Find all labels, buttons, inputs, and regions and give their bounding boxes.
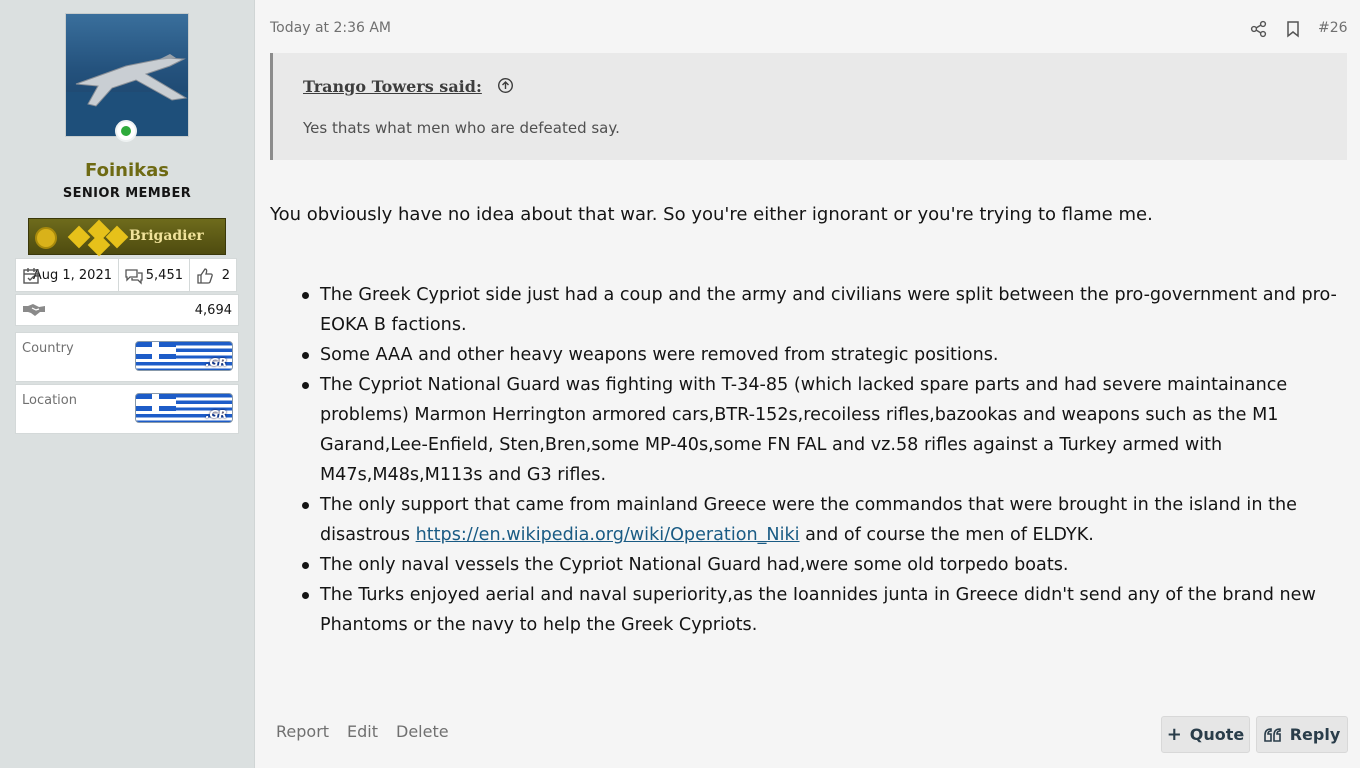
rank-coin-icon: [35, 227, 57, 249]
flag-text: .GR: [205, 356, 227, 369]
reactions-stat[interactable]: 2: [189, 258, 237, 292]
reply-button[interactable]: Reply: [1256, 716, 1348, 753]
list-item: Some AAA and other heavy weapons were re…: [270, 340, 1355, 370]
flag-text: .GR: [205, 408, 227, 421]
quote-author[interactable]: Trango Towers said:: [303, 77, 482, 96]
user-sidebar: Foinikas SENIOR MEMBER Brigadier Aug 1, …: [0, 0, 255, 768]
messages-count: 5,451: [145, 267, 183, 283]
bookmark-icon[interactable]: [1284, 20, 1302, 38]
user-title: SENIOR MEMBER: [62, 186, 192, 201]
user-stats: Aug 1, 2021 5,451 2: [15, 258, 239, 292]
joined-date: Aug 1, 2021: [32, 267, 112, 283]
jet-image: [66, 54, 188, 136]
country-field: Country .GR: [15, 332, 239, 382]
share-icon[interactable]: [1250, 20, 1268, 38]
quote-text: Yes thats what men who are defeated say.: [303, 119, 620, 137]
username[interactable]: Foinikas: [0, 160, 254, 181]
quote-button[interactable]: + Quote: [1161, 716, 1250, 753]
rank-label: Brigadier: [129, 228, 204, 244]
delete-link[interactable]: Delete: [396, 722, 449, 741]
post-intro: You obviously have no idea about that wa…: [270, 204, 1153, 225]
post-number[interactable]: #26: [1318, 20, 1348, 36]
plus-icon: +: [1166, 724, 1182, 745]
post-bullet-list: The Greek Cypriot side just had a coup a…: [270, 280, 1355, 640]
joined-stat[interactable]: Aug 1, 2021: [15, 258, 119, 292]
quote-marks-icon: [1263, 727, 1281, 742]
reactions-count: 2: [221, 267, 230, 283]
greece-flag-icon: .GR: [135, 341, 233, 371]
edit-link[interactable]: Edit: [347, 722, 378, 741]
rank-badge: Brigadier: [28, 218, 226, 257]
messages-stat[interactable]: 5,451: [118, 258, 190, 292]
reply-button-label: Reply: [1289, 725, 1341, 744]
list-item: The only naval vessels the Cypriot Natio…: [270, 550, 1355, 580]
country-label: Country: [22, 341, 74, 356]
wikipedia-link[interactable]: https://en.wikipedia.org/wiki/Operation_…: [416, 525, 800, 545]
location-field: Location .GR: [15, 384, 239, 434]
online-status-icon: [115, 120, 137, 142]
quote-block: Trango Towers said: Yes thats what men w…: [270, 53, 1347, 160]
list-item: The Cypriot National Guard was fighting …: [270, 370, 1355, 490]
location-label: Location: [22, 393, 77, 408]
avatar[interactable]: [65, 13, 189, 137]
handshake-icon: [23, 304, 45, 316]
list-item: The only support that came from mainland…: [270, 490, 1355, 550]
thumbs-up-icon: [197, 268, 213, 284]
list-item: The Greek Cypriot side just had a coup a…: [270, 280, 1355, 340]
arrow-up-circle-icon[interactable]: [497, 77, 514, 94]
post-date[interactable]: Today at 2:36 AM: [270, 20, 391, 36]
quote-button-label: Quote: [1189, 725, 1245, 744]
points-stat[interactable]: 4,694: [15, 294, 239, 326]
list-item: The Turks enjoyed aerial and naval super…: [270, 580, 1355, 640]
calendar-icon: [23, 268, 39, 284]
points-count: 4,694: [194, 303, 232, 318]
report-link[interactable]: Report: [276, 722, 329, 741]
greece-flag-icon: .GR: [135, 393, 233, 423]
messages-icon: [125, 269, 143, 285]
